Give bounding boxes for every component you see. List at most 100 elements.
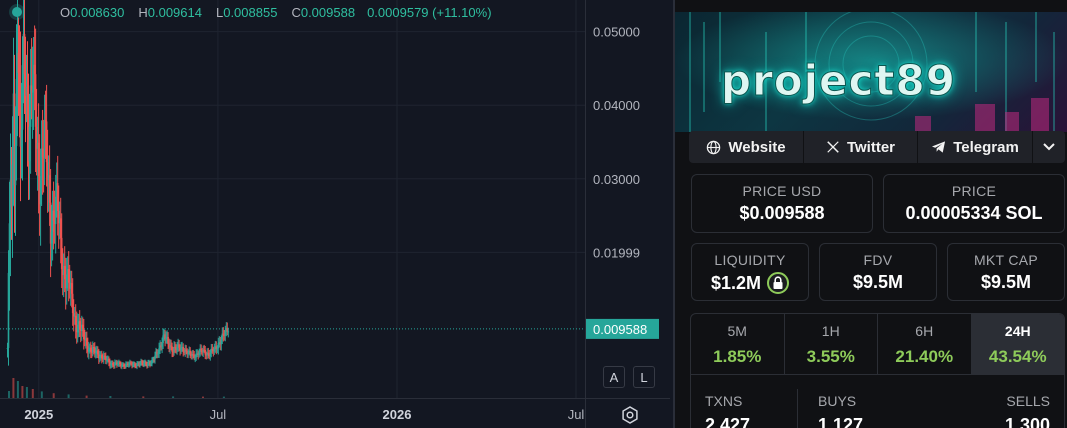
candle-body bbox=[156, 352, 158, 354]
twitter-label: Twitter bbox=[846, 138, 896, 156]
ohlc-open: O0.008630 bbox=[58, 5, 124, 20]
tab-1h-label: 1H bbox=[821, 323, 840, 339]
volume-bar bbox=[25, 387, 28, 398]
ohlc-change: 0.0009579 (+11.10%) bbox=[367, 4, 492, 20]
more-links-button[interactable] bbox=[1033, 131, 1065, 163]
lock-icon[interactable] bbox=[767, 272, 790, 294]
social-links: Website Twitter Telegram bbox=[689, 131, 1065, 163]
mkt-cap-value: $9.5M bbox=[980, 272, 1032, 292]
buys-stat: BUYS 1,127 bbox=[818, 393, 863, 428]
liquidity-value: $1.2M bbox=[710, 272, 762, 293]
volume-bar bbox=[52, 393, 55, 398]
volume-bar bbox=[40, 391, 43, 398]
timeframe-changes: 5M 1.85% 1H 3.55% 6H 21.40% 24H 43.54% bbox=[690, 313, 1065, 375]
y-tick-label: 0.04000 bbox=[593, 98, 640, 113]
token-info-panel: project89 Website Twitter Telegram PRICE… bbox=[675, 0, 1067, 428]
tab-6h-label: 6H bbox=[915, 323, 934, 339]
volume-bar bbox=[8, 391, 10, 398]
tab-1h-value: 3.55% bbox=[806, 347, 855, 366]
fdv-value: $9.5M bbox=[852, 272, 904, 292]
txns-label: TXNS bbox=[705, 393, 743, 409]
txn-stats: TXNS 2,427 BUYS 1,127 SELLS 1,300 bbox=[690, 375, 1065, 428]
tab-1h[interactable]: 1H 3.55% bbox=[785, 314, 878, 374]
twitter-button[interactable]: Twitter bbox=[804, 131, 918, 163]
price-usd-card: PRICE USD $0.009588 bbox=[691, 174, 873, 233]
volume-bar bbox=[67, 394, 70, 398]
sells-stat: SELLS 1,300 bbox=[1005, 393, 1050, 428]
tab-6h[interactable]: 6H 21.40% bbox=[878, 314, 972, 374]
current-price-label: 0.009588 bbox=[593, 322, 647, 337]
price-usd-value: $0.009588 bbox=[739, 203, 825, 223]
mkt-cap-label: MKT CAP bbox=[973, 252, 1039, 268]
candle-body bbox=[28, 126, 31, 162]
candle-body bbox=[130, 362, 132, 364]
fdv-label: FDV bbox=[863, 252, 893, 268]
ohlc-close-key: C bbox=[291, 4, 301, 20]
price-native-card: PRICE 0.00005334 SOL bbox=[883, 174, 1065, 233]
txns-value: 2,427 bbox=[705, 415, 751, 428]
volume-bar bbox=[12, 378, 15, 398]
volume-bar bbox=[31, 389, 34, 398]
chart-pane[interactable]: 0.009588 0.05000 0.04000 0.03000 0.01999 2025… bbox=[0, 0, 670, 428]
log-scale-button[interactable]: L bbox=[633, 366, 655, 388]
volume-bar bbox=[222, 396, 225, 398]
ohlc-high-value: 0.009614 bbox=[147, 4, 202, 20]
auto-scale-button[interactable]: A bbox=[603, 366, 625, 388]
ohlc-low-value: 0.008855 bbox=[223, 4, 278, 20]
telegram-icon bbox=[932, 141, 946, 153]
price-native-label: PRICE bbox=[951, 183, 997, 199]
txns-stat: TXNS 2,427 bbox=[705, 393, 750, 428]
y-tick-label: 0.03000 bbox=[593, 172, 640, 187]
ohlc-high: H0.009614 bbox=[136, 5, 202, 20]
tab-5m-label: 5M bbox=[727, 323, 747, 339]
volume-bar bbox=[16, 381, 19, 398]
tab-5m[interactable]: 5M 1.85% bbox=[691, 314, 785, 374]
x-tick-label: Jul bbox=[568, 407, 585, 422]
liquidity-card: LIQUIDITY $1.2M bbox=[691, 243, 809, 301]
volume-bar bbox=[172, 396, 175, 398]
tab-5m-value: 1.85% bbox=[713, 347, 762, 366]
telegram-label: Telegram bbox=[953, 138, 1019, 156]
volume-bar bbox=[202, 396, 204, 398]
price-native-value: 0.00005334 SOL bbox=[905, 203, 1043, 223]
volume-bar bbox=[85, 395, 88, 398]
x-tick-label: Jul bbox=[210, 407, 227, 422]
token-banner: project89 bbox=[675, 12, 1067, 132]
volume-bar bbox=[142, 396, 145, 398]
ohlc-close-value: 0.009588 bbox=[300, 4, 356, 20]
tab-6h-value: 21.40% bbox=[895, 347, 954, 366]
ohlc-legend: O0.008630 H0.009614 L0.008855 C0.009588 … bbox=[0, 0, 504, 24]
fdv-card: FDV $9.5M bbox=[819, 243, 937, 301]
tab-24h-label: 24H bbox=[1004, 323, 1031, 339]
sells-label: SELLS bbox=[1006, 393, 1050, 409]
banner-title: project89 bbox=[721, 56, 956, 106]
volume-bar bbox=[109, 396, 112, 398]
ohlc-close: C0.009588 bbox=[289, 5, 355, 20]
candle-body bbox=[227, 331, 230, 333]
x-tick-label: 2026 bbox=[383, 407, 412, 422]
telegram-button[interactable]: Telegram bbox=[918, 131, 1033, 163]
website-button[interactable]: Website bbox=[689, 131, 804, 163]
stats-divider bbox=[797, 389, 798, 428]
mkt-cap-card: MKT CAP $9.5M bbox=[947, 243, 1065, 301]
globe-icon bbox=[707, 140, 721, 154]
buys-label: BUYS bbox=[818, 393, 857, 409]
price-chart[interactable]: 0.009588 0.05000 0.04000 0.03000 0.01999 2025… bbox=[0, 0, 670, 428]
live-dot-icon bbox=[12, 7, 22, 17]
price-usd-label: PRICE USD bbox=[742, 183, 822, 199]
x-logo-icon bbox=[827, 141, 839, 153]
tab-24h[interactable]: 24H 43.54% bbox=[971, 314, 1064, 374]
buys-value: 1,127 bbox=[818, 415, 864, 428]
ohlc-low: L0.008855 bbox=[214, 5, 277, 20]
liquidity-value-row: $1.2M bbox=[692, 272, 808, 294]
settings-gear-icon[interactable] bbox=[619, 404, 641, 426]
sells-value: 1,300 bbox=[1004, 415, 1050, 428]
liquidity-label: LIQUIDITY bbox=[714, 252, 786, 268]
y-tick-label: 0.05000 bbox=[593, 25, 640, 40]
tab-24h-value: 43.54% bbox=[988, 347, 1047, 366]
x-tick-label: 2025 bbox=[24, 407, 53, 422]
y-tick-label: 0.01999 bbox=[593, 245, 640, 260]
candle-body bbox=[105, 356, 107, 361]
ohlc-open-key: O bbox=[60, 4, 71, 20]
volume-bar bbox=[21, 386, 24, 398]
